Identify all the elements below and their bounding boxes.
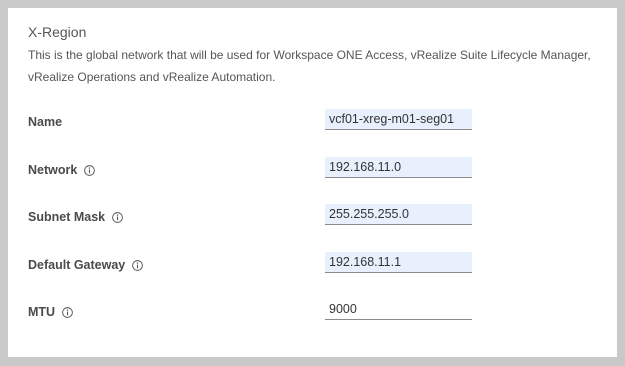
network-input[interactable]: [325, 157, 472, 178]
subnet-mask-label-text: Subnet Mask: [28, 210, 106, 224]
name-label-text: Name: [28, 115, 63, 129]
mtu-input[interactable]: [325, 299, 472, 320]
mtu-label-text: MTU: [28, 305, 56, 319]
mtu-label: MTU: [28, 304, 73, 320]
default-gateway-row: Default Gateway: [28, 252, 478, 278]
mtu-row: MTU: [28, 299, 478, 325]
subnet-mask-label: Subnet Mask: [28, 209, 123, 225]
info-icon[interactable]: [132, 259, 144, 271]
section-description: This is the global network that will be …: [28, 48, 591, 84]
info-icon[interactable]: [84, 164, 96, 176]
name-label: Name: [28, 114, 62, 130]
subnet-mask-input[interactable]: [325, 204, 472, 225]
name-input[interactable]: [325, 109, 472, 130]
network-label: Network: [28, 162, 96, 178]
section-title: X-Region: [28, 24, 87, 40]
network-label-text: Network: [28, 163, 78, 177]
info-icon[interactable]: [112, 211, 123, 223]
default-gateway-label-text: Default Gateway: [28, 258, 126, 272]
default-gateway-label: Default Gateway: [28, 257, 144, 273]
info-icon[interactable]: [62, 306, 73, 318]
network-row: Network: [28, 157, 478, 183]
network-config-panel: X-Region This is the global network that…: [8, 8, 617, 357]
subnet-mask-row: Subnet Mask: [28, 204, 478, 230]
name-row: Name: [28, 109, 478, 135]
default-gateway-input[interactable]: [325, 252, 472, 273]
